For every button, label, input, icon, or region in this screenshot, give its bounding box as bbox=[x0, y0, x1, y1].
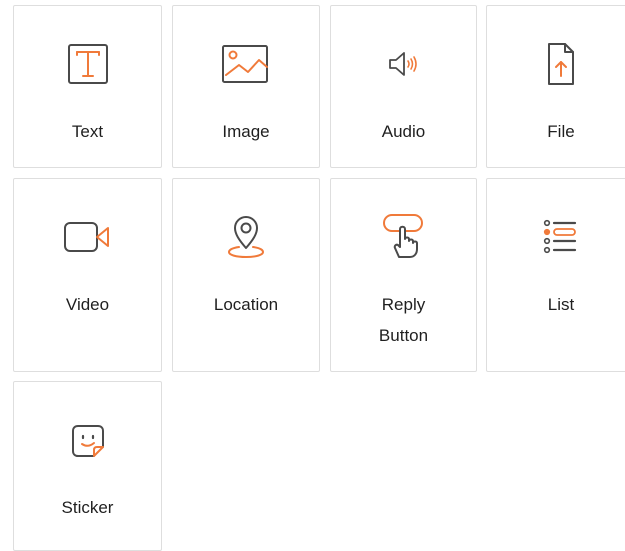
tile-label: List bbox=[547, 295, 575, 314]
tile-label: Image bbox=[222, 122, 270, 141]
tile-label: Sticker bbox=[61, 498, 114, 517]
tile-label-line-2: Button bbox=[378, 326, 429, 345]
tile-label: Location bbox=[213, 295, 279, 314]
reply-button-icon bbox=[376, 209, 432, 265]
tile-list[interactable]: List bbox=[486, 178, 625, 372]
tile-label: Text bbox=[71, 122, 104, 141]
audio-icon bbox=[376, 36, 432, 92]
tile-reply-button[interactable]: Reply Button bbox=[330, 178, 477, 372]
tile-label: File bbox=[547, 122, 575, 141]
file-upload-icon bbox=[533, 36, 589, 92]
image-icon bbox=[218, 36, 274, 92]
tile-sticker[interactable]: Sticker bbox=[13, 381, 162, 551]
tile-label-line-1: Reply bbox=[381, 295, 426, 314]
tile-audio[interactable]: Audio bbox=[330, 5, 477, 168]
text-icon bbox=[60, 36, 116, 92]
tile-text[interactable]: Text bbox=[13, 5, 162, 168]
tile-location[interactable]: Location bbox=[172, 178, 320, 372]
tile-label: Reply Button bbox=[331, 289, 476, 351]
tile-image[interactable]: Image bbox=[172, 5, 320, 168]
location-pin-icon bbox=[218, 209, 274, 265]
sticker-icon bbox=[60, 412, 116, 468]
video-camera-icon bbox=[60, 209, 116, 265]
list-icon bbox=[533, 209, 589, 265]
tile-file[interactable]: File bbox=[486, 5, 625, 168]
tile-label: Audio bbox=[381, 122, 426, 141]
tile-video[interactable]: Video bbox=[13, 178, 162, 372]
tile-label: Video bbox=[65, 295, 110, 314]
